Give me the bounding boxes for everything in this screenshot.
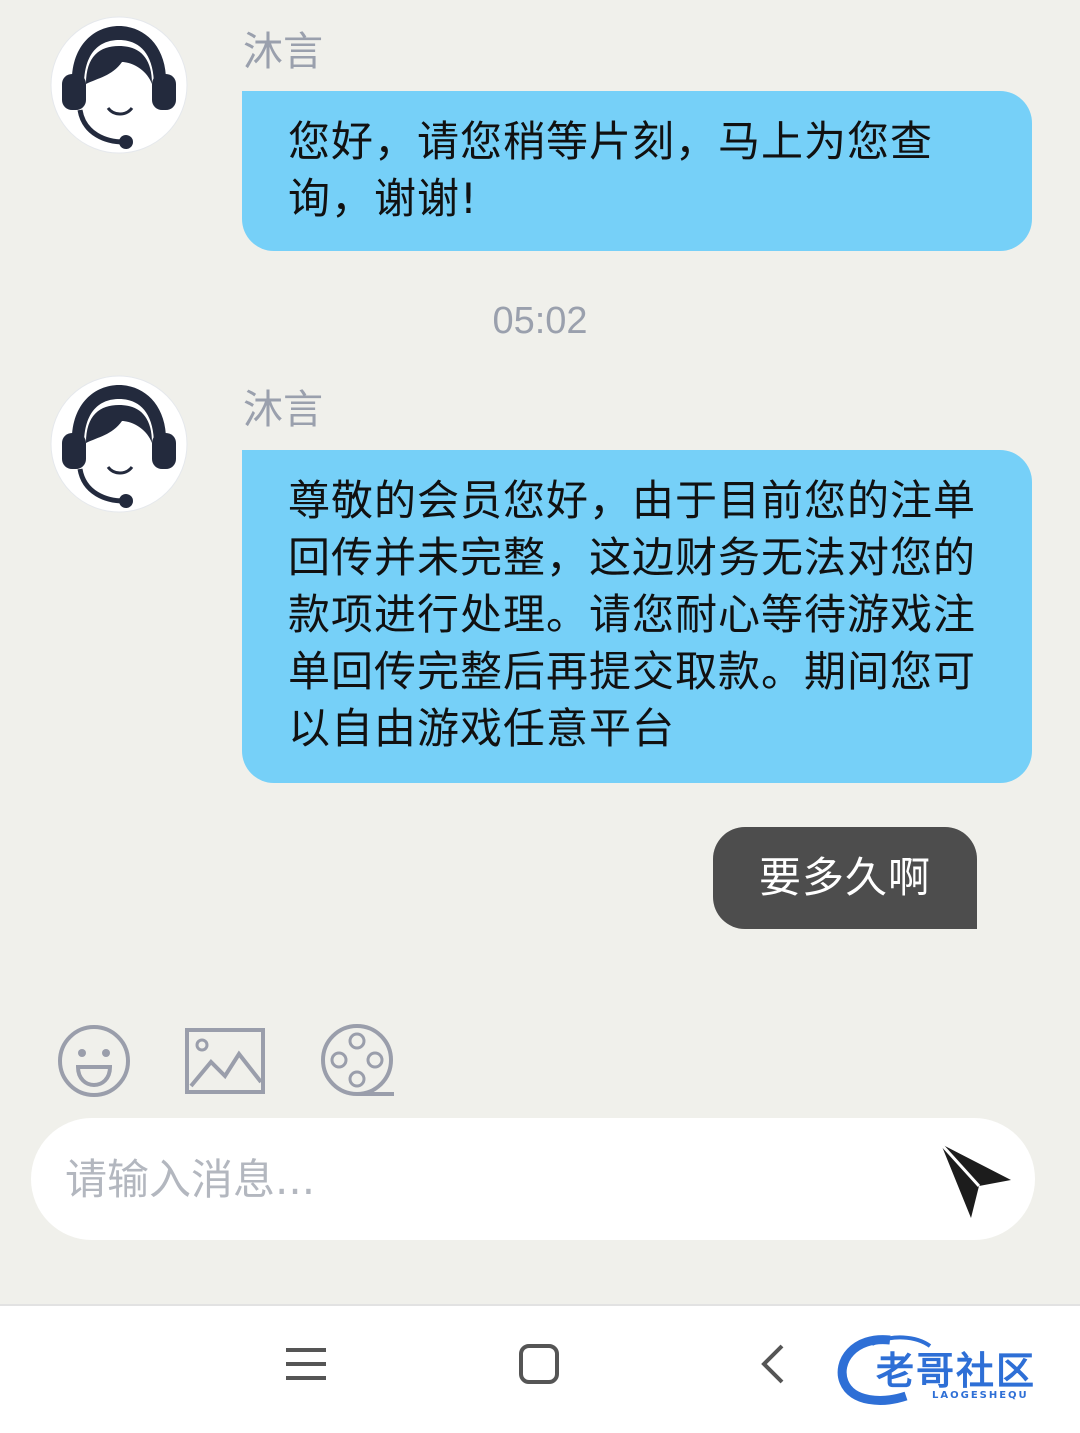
- message-composer: [31, 1118, 1035, 1240]
- message-input[interactable]: [65, 1140, 925, 1218]
- sender-name: 沐言: [243, 29, 323, 75]
- back-chevron-icon[interactable]: [752, 1342, 796, 1386]
- customer-service-headset-icon[interactable]: [50, 375, 188, 513]
- home-square-icon[interactable]: [517, 1342, 561, 1386]
- send-icon[interactable]: [935, 1138, 1017, 1220]
- message-bubble: 您好，请您稍等片刻，马上为您查询，谢谢!: [242, 91, 1032, 251]
- menu-icon[interactable]: [284, 1342, 328, 1386]
- customer-service-headset-icon[interactable]: [50, 16, 188, 154]
- watermark-title: 老哥社区: [876, 1349, 1037, 1393]
- message-bubble: 尊敬的会员您好，由于目前您的注单回传并未完整，这边财务无法对您的款项进行处理。请…: [242, 450, 1032, 783]
- image-icon[interactable]: [185, 1028, 265, 1096]
- message-outgoing: 要多久啊: [713, 827, 977, 929]
- emoji-icon[interactable]: [56, 1023, 132, 1099]
- video-reel-icon[interactable]: [320, 1023, 396, 1099]
- sender-name: 沐言: [243, 387, 323, 433]
- system-navigation-bar: 老哥社区 LAOGESHEQU: [0, 1304, 1080, 1433]
- watermark-logo: 老哥社区 LAOGESHEQU: [832, 1332, 1072, 1412]
- message-timestamp: 05:02: [492, 300, 588, 342]
- watermark-subtitle: LAOGESHEQU: [932, 1390, 1029, 1401]
